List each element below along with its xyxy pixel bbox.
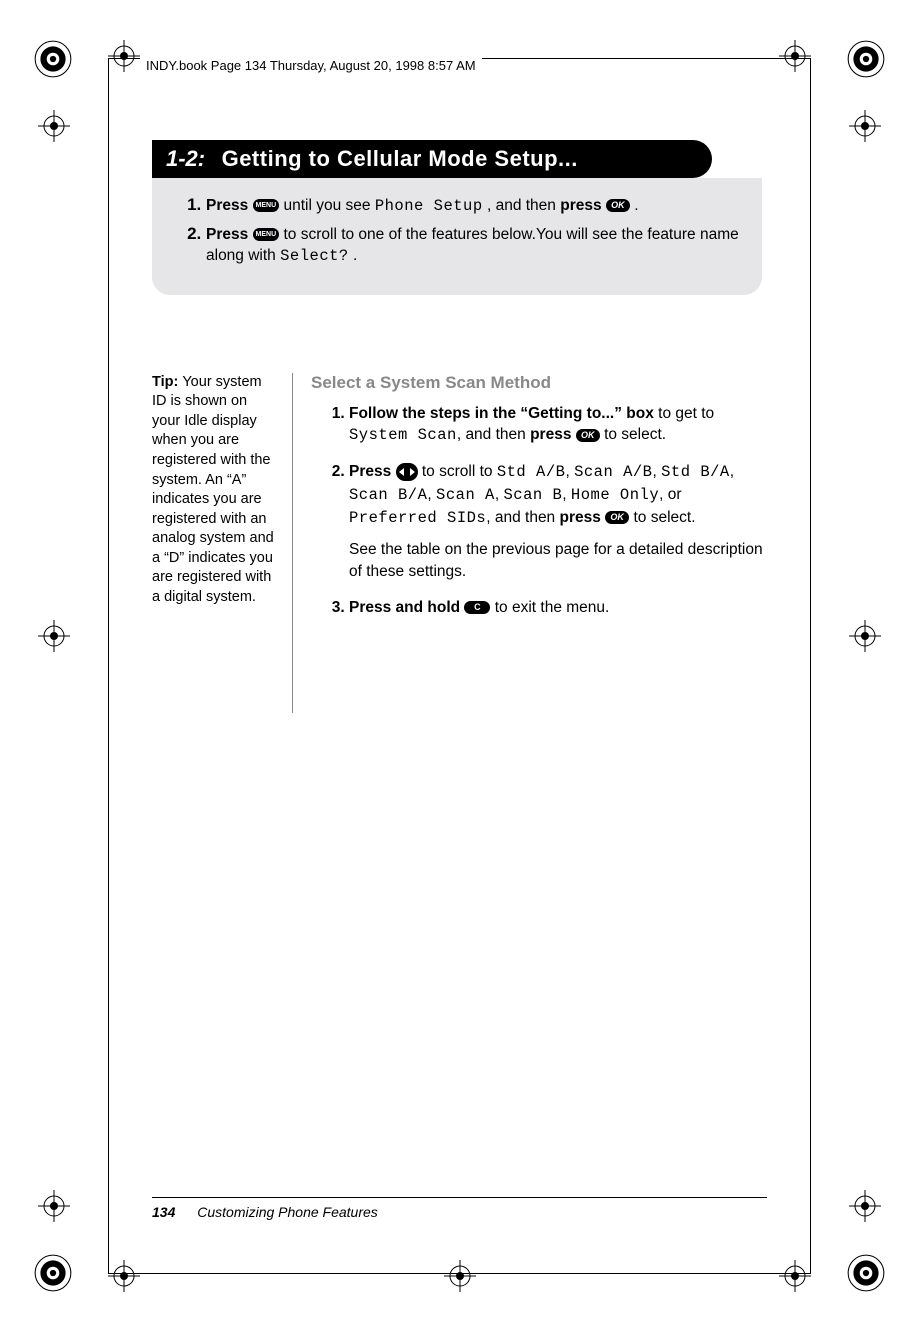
crosshair-icon xyxy=(849,110,881,142)
crosshair-icon xyxy=(444,1260,476,1292)
page-number: 134 xyxy=(152,1204,175,1220)
c-key-icon: C xyxy=(464,601,490,614)
crosshair-icon xyxy=(38,110,70,142)
registration-mark-icon xyxy=(845,38,887,80)
step-note: See the table on the previous page for a… xyxy=(349,539,767,582)
lcd-text: Select? xyxy=(280,247,349,265)
lcd-text: Std B/A xyxy=(661,463,730,481)
lcd-text: Phone Setup xyxy=(375,197,483,215)
lcd-text: Scan A xyxy=(436,486,495,504)
section-header: 1-2: Getting to Cellular Mode Setup... xyxy=(152,140,712,178)
press-label: Press xyxy=(206,226,253,243)
crosshair-icon xyxy=(38,620,70,652)
crosshair-icon xyxy=(38,1190,70,1222)
lcd-text: Scan A/B xyxy=(574,463,652,481)
menu-key-icon: MENU xyxy=(253,199,280,212)
press-label: Press xyxy=(206,197,253,214)
greybox-step-2: Press MENU to scroll to one of the featu… xyxy=(206,223,742,267)
crosshair-icon xyxy=(108,40,140,72)
main-step-1: Follow the steps in the “Getting to...” … xyxy=(349,403,767,447)
ok-key-icon: OK xyxy=(576,429,600,442)
running-header: INDY.book Page 134 Thursday, August 20, … xyxy=(140,58,482,73)
lcd-text: Std A/B xyxy=(497,463,566,481)
subsection-heading: Select a System Scan Method xyxy=(311,373,767,393)
main-step-3: Press and hold C to exit the menu. xyxy=(349,597,767,619)
lcd-text: Scan B/A xyxy=(349,486,427,504)
section-number: 1-2: xyxy=(166,146,205,171)
lcd-text: System Scan xyxy=(349,426,457,444)
ok-key-icon: OK xyxy=(605,511,629,524)
tip-sidebar: Tip: Your system ID is shown on your Idl… xyxy=(152,373,292,713)
crosshair-icon xyxy=(779,40,811,72)
crosshair-icon xyxy=(849,620,881,652)
registration-mark-icon xyxy=(845,1252,887,1294)
page-footer: 134 Customizing Phone Features xyxy=(152,1204,378,1220)
main-column: Select a System Scan Method Follow the s… xyxy=(311,373,767,713)
crosshair-icon xyxy=(108,1260,140,1292)
section-title: Getting to Cellular Mode Setup... xyxy=(222,146,578,171)
lcd-text: Home Only xyxy=(571,486,659,504)
tip-label: Tip: xyxy=(152,374,182,390)
ok-key-icon: OK xyxy=(606,199,630,212)
chapter-title: Customizing Phone Features xyxy=(197,1204,378,1220)
column-divider xyxy=(292,373,293,713)
crop-frame-right xyxy=(810,58,811,1274)
registration-mark-icon xyxy=(32,38,74,80)
greybox-step-1: Press MENU until you see Phone Setup , a… xyxy=(206,194,742,217)
crosshair-icon xyxy=(849,1190,881,1222)
footer-rule xyxy=(152,1197,767,1198)
menu-key-icon: MENU xyxy=(253,228,280,241)
registration-mark-icon xyxy=(32,1252,74,1294)
crop-frame-left xyxy=(108,58,109,1274)
getting-to-box: Press MENU until you see Phone Setup , a… xyxy=(152,178,762,295)
main-step-2: Press to scroll to Std A/B, Scan A/B, St… xyxy=(349,461,767,582)
lcd-text: Preferred SIDs xyxy=(349,509,486,527)
scroll-key-icon xyxy=(396,463,418,481)
lcd-text: Scan B xyxy=(503,486,562,504)
tip-body: Your system ID is shown on your Idle dis… xyxy=(152,374,274,605)
crosshair-icon xyxy=(779,1260,811,1292)
